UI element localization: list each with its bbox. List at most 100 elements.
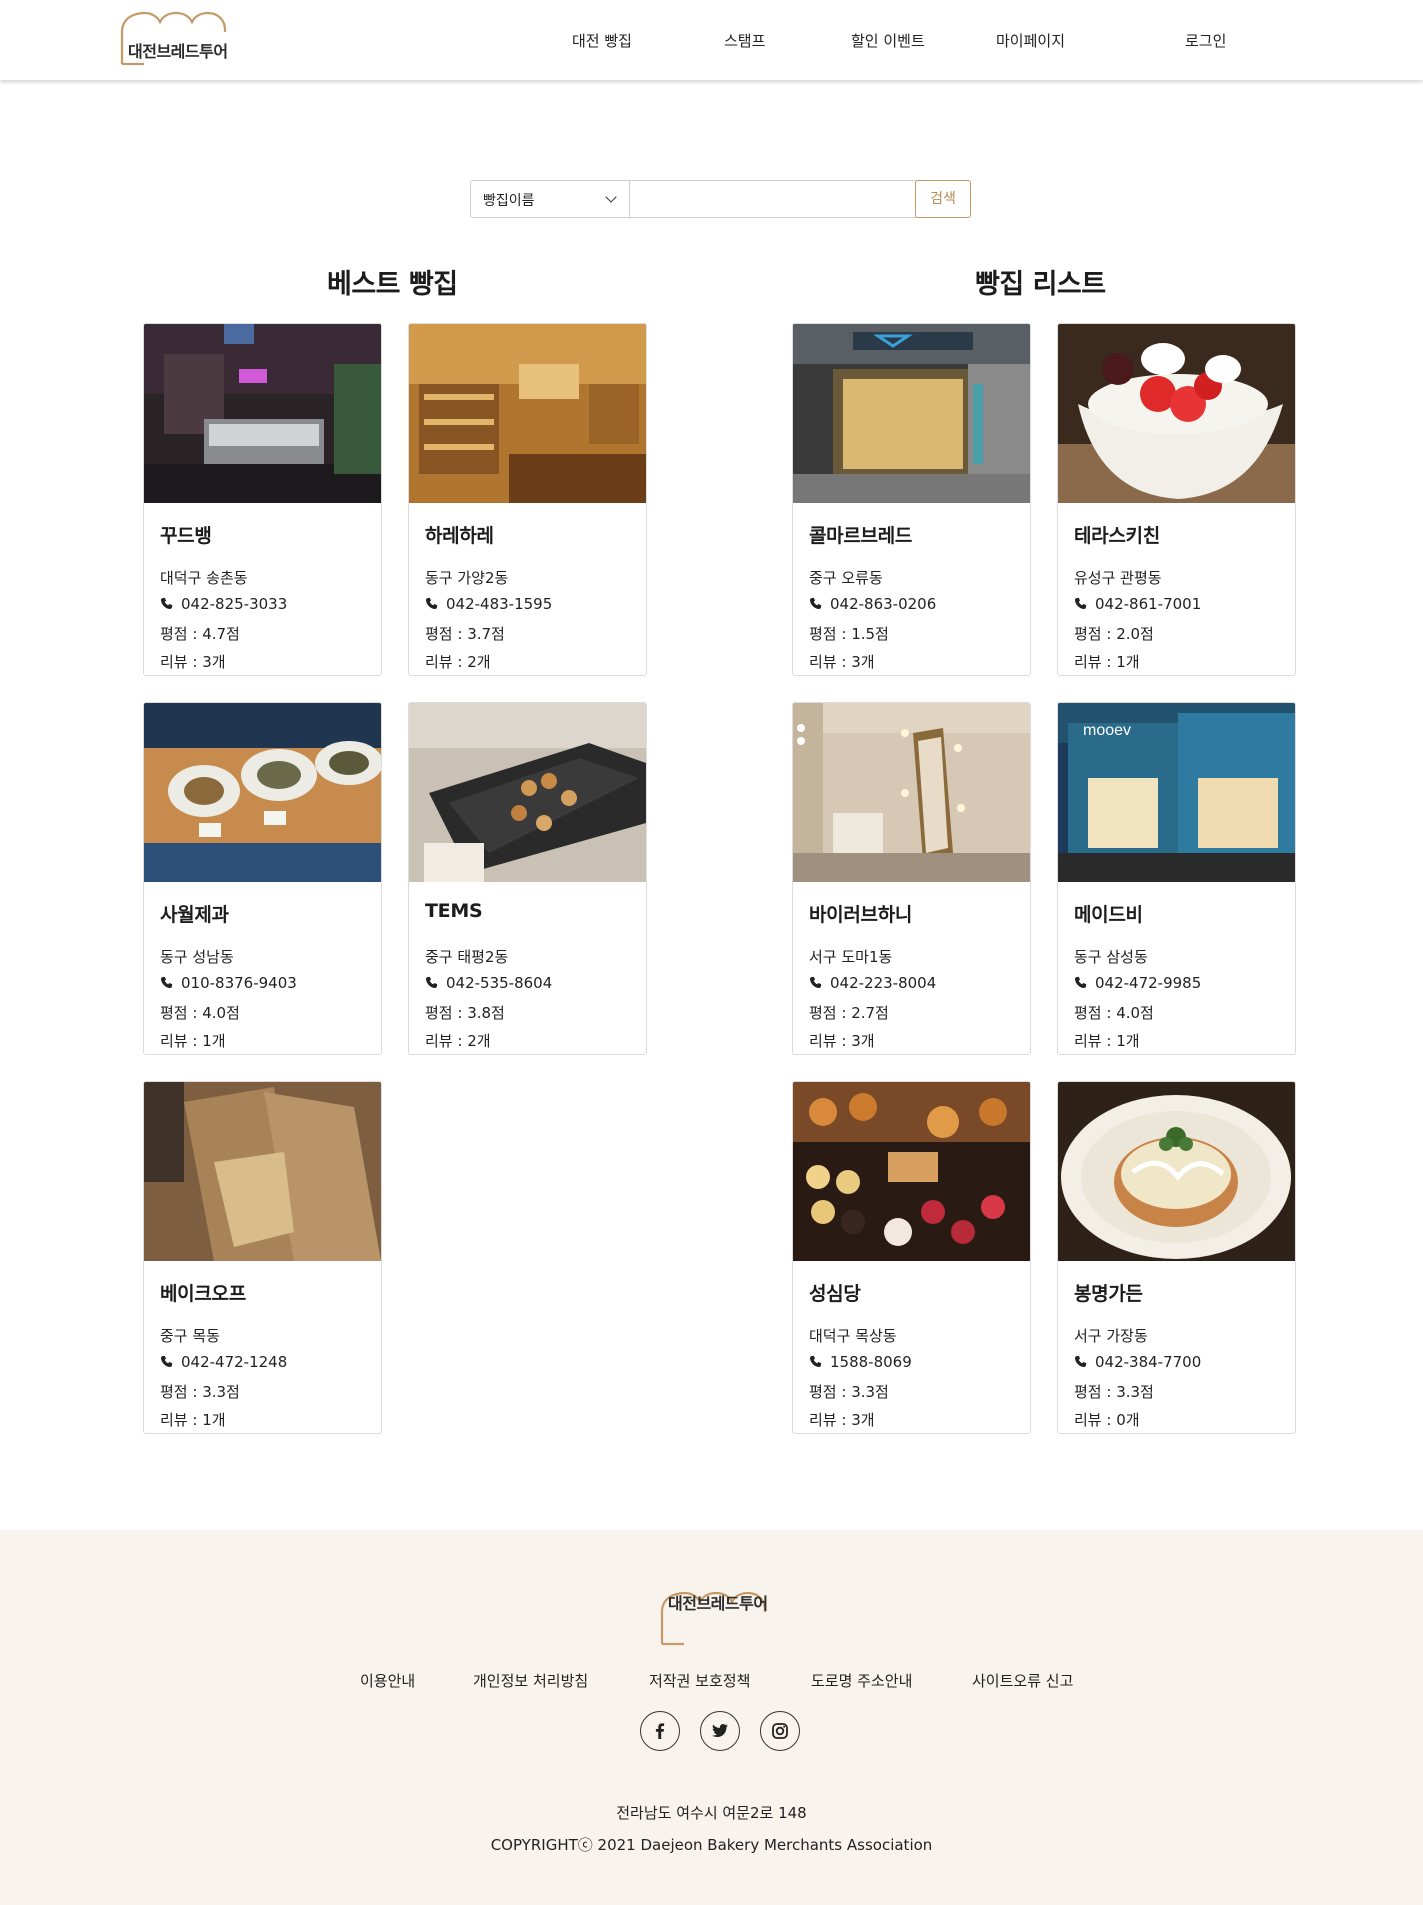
bakery-card[interactable]: 봉명가든 서구 가장동 042-384-7700 평점 : 3.3점 리뷰 : 0개 <box>1057 1081 1296 1434</box>
bakery-card[interactable]: TEMS 중구 태평2동 042-535-8604 평점 : 3.8점리뷰 : 2개 <box>408 702 647 1055</box>
phone-icon <box>1074 976 1087 989</box>
bakery-rating: 평점 : 3.3점 <box>1074 1383 1154 1401</box>
search-button[interactable]: 검색 <box>915 180 971 218</box>
bakery-phone: 042-483-1595 <box>446 595 553 613</box>
footer-link-address[interactable]: 도로명 주소안내 <box>811 1670 912 1691</box>
chevron-down-icon <box>605 191 617 203</box>
bakery-rating: 평점 : 3.3점 <box>160 1383 240 1401</box>
footer-link-privacy[interactable]: 개인정보 처리방침 <box>473 1670 588 1691</box>
site-header: 대전브레드투어 대전 빵집 스탬프 할인 이벤트 마이페이지 로그인 <box>0 0 1423 80</box>
bakery-rating: 평점 : 4.0점 <box>160 1004 240 1022</box>
bakery-photo <box>409 324 646 503</box>
bakery-address: 서구 도마1동 <box>809 948 893 966</box>
phone-icon <box>809 597 822 610</box>
phone-icon <box>1074 1355 1087 1368</box>
bakery-phone-row: 1588-8069 <box>809 1353 912 1371</box>
bakery-phone-row: 042-863-0206 <box>809 595 936 613</box>
bakery-photo <box>144 1082 381 1261</box>
bakery-photo <box>793 703 1030 882</box>
best-bakeries-title: 베스트 빵집 <box>327 269 458 300</box>
bakery-card[interactable]: 꾸드뱅 대덕구 송촌동 042-825-3033 평점 : 4.7점 리뷰 : 3개 <box>143 323 382 676</box>
bakery-card[interactable]: 성심당 대덕구 목상동 1588-8069 평점 : 3.3점 리뷰 : 3개 <box>792 1081 1031 1434</box>
bakery-photo <box>793 324 1030 503</box>
bakery-photo <box>409 703 646 882</box>
footer-logo[interactable]: 대전브레드투어 <box>658 1590 783 1648</box>
bakery-address: 유성구 관평동 <box>1074 569 1162 587</box>
bakery-name: 콜마르브레드 <box>809 525 913 547</box>
footer-link-error-report[interactable]: 사이트오류 신고 <box>972 1670 1073 1691</box>
bakery-rating: 평점 : 3.8점 <box>425 1004 505 1022</box>
bakery-rating: 평점 : 4.0점 <box>1074 1004 1154 1022</box>
facebook-icon <box>655 1723 665 1739</box>
bakery-photo <box>1058 1082 1295 1261</box>
bakery-address: 대덕구 목상동 <box>809 1327 897 1345</box>
bakery-review-count: 리뷰 : 3개 <box>160 653 226 671</box>
nav-stamp[interactable]: 스탬프 <box>724 30 765 51</box>
bakery-photo: mooev <box>1058 703 1295 882</box>
footer-link-copyright[interactable]: 저작권 보호정책 <box>649 1670 750 1691</box>
bakery-phone-row: 042-535-8604 <box>425 974 552 992</box>
bakery-address: 대덕구 송촌동 <box>160 569 248 587</box>
bakery-photo <box>793 1082 1030 1261</box>
bakery-phone-row: 042-223-8004 <box>809 974 936 992</box>
bakery-list-title: 빵집 리스트 <box>975 269 1106 300</box>
bakery-name: 성심당 <box>809 1283 861 1305</box>
bakery-card[interactable]: 콜마르브레드 중구 오류동 042-863-0206 평점 : 1.5점 리뷰 : 3개 <box>792 323 1031 676</box>
search-type-value: 빵집이름 <box>483 193 535 209</box>
bakery-card[interactable]: 베이크오프 중구 목동 042-472-1248 평점 : 3.3점 리뷰 : 1개 <box>143 1081 382 1434</box>
bakery-review-count: 리뷰 : 3개 <box>809 1032 875 1050</box>
bakery-rating: 평점 : 4.7점 <box>160 625 240 643</box>
bakery-address: 중구 오류동 <box>809 569 883 587</box>
bakery-card[interactable]: 바이러브하니 서구 도마1동 042-223-8004 평점 : 2.7점 리뷰 : 3… <box>792 702 1031 1055</box>
footer-brand-name: 대전브레드투어 <box>668 1594 768 1613</box>
phone-icon <box>1074 597 1087 610</box>
brand-name: 대전브레드투어 <box>128 42 228 61</box>
nav-login[interactable]: 로그인 <box>1185 30 1226 51</box>
phone-icon <box>160 1355 173 1368</box>
phone-icon <box>809 1355 822 1368</box>
nav-mypage[interactable]: 마이페이지 <box>996 30 1065 51</box>
bakery-card[interactable]: 사월제과 동구 성남동 010-8376-9403 평점 : 4.0점 리뷰 : 1개 <box>143 702 382 1055</box>
footer-link-guide[interactable]: 이용안내 <box>360 1670 415 1691</box>
bakery-phone-row: 042-384-7700 <box>1074 1353 1201 1371</box>
phone-icon <box>160 976 173 989</box>
search-type-select[interactable]: 빵집이름 <box>471 181 630 217</box>
bakery-review-count: 리뷰 : 3개 <box>809 653 875 671</box>
bakery-name: TEMS <box>425 900 483 922</box>
bakery-phone: 042-535-8604 <box>446 974 553 992</box>
search-input[interactable] <box>631 181 885 217</box>
bakery-review-count: 리뷰 : 1개 <box>1074 653 1140 671</box>
bakery-review-count: 리뷰 : 0개 <box>1074 1411 1140 1429</box>
facebook-button[interactable] <box>640 1711 680 1751</box>
bakery-address: 중구 태평2동 <box>425 948 509 966</box>
instagram-button[interactable] <box>760 1711 800 1751</box>
nav-discount-event[interactable]: 할인 이벤트 <box>851 30 925 51</box>
brand-logo[interactable]: 대전브레드투어 <box>118 10 243 68</box>
bakery-card[interactable]: 하레하레 동구 가양2동 042-483-1595 평점 : 3.7점 리뷰 : 2개 <box>408 323 647 676</box>
bakery-photo <box>1058 324 1295 503</box>
twitter-icon <box>712 1724 728 1737</box>
bakery-review-count: 리뷰 : 2개 <box>425 1032 491 1050</box>
bakery-phone: 042-472-1248 <box>181 1353 288 1371</box>
bakery-card[interactable]: 테라스키친 유성구 관평동 042-861-7001 평점 : 2.0점 리뷰 : 1개 <box>1057 323 1296 676</box>
search-bar: 빵집이름 검색 <box>470 180 971 218</box>
bakery-card[interactable]: mooev 메이드비 동구 삼성동 042-472-9985 평점 : 4.0점 리뷰 :… <box>1057 702 1296 1055</box>
phone-icon <box>160 597 173 610</box>
bakery-rating: 평점 : 2.0점 <box>1074 625 1154 643</box>
bakery-rating: 평점 : 2.7점 <box>809 1004 889 1022</box>
bakery-review-count: 리뷰 : 1개 <box>160 1411 226 1429</box>
bakery-photo <box>144 324 381 503</box>
bakery-phone: 042-861-7001 <box>1095 595 1202 613</box>
bakery-phone-row: 042-825-3033 <box>160 595 287 613</box>
bakery-phone-row: 042-472-1248 <box>160 1353 287 1371</box>
bakery-phone-row: 042-861-7001 <box>1074 595 1201 613</box>
twitter-button[interactable] <box>700 1711 740 1751</box>
bakery-phone: 042-825-3033 <box>181 595 288 613</box>
bakery-phone-row: 042-483-1595 <box>425 595 552 613</box>
footer-address: 전라남도 여수시 여문2로 148 <box>616 1804 807 1822</box>
nav-bakeries[interactable]: 대전 빵집 <box>572 30 632 51</box>
bakery-phone: 042-472-9985 <box>1095 974 1202 992</box>
bakery-phone: 010-8376-9403 <box>181 974 297 992</box>
bakery-review-count: 리뷰 : 2개 <box>425 653 491 671</box>
phone-icon <box>425 976 438 989</box>
